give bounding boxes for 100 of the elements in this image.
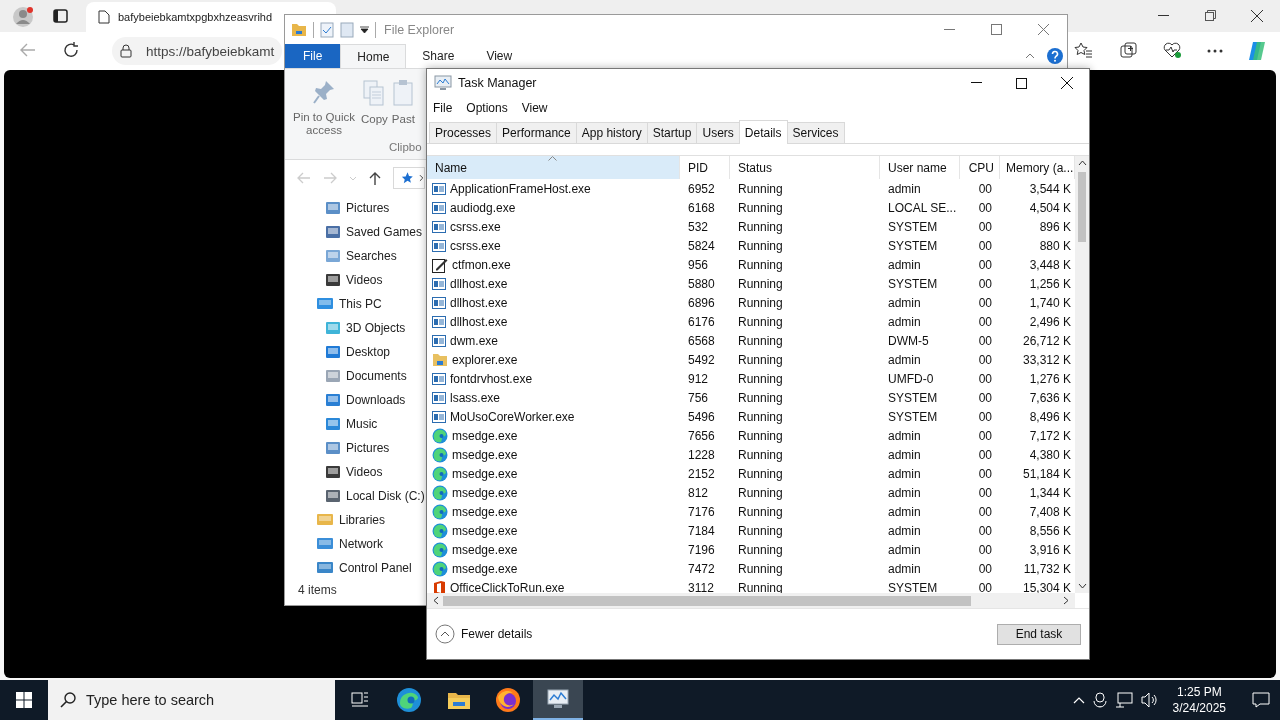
- tree-item[interactable]: Desktop: [325, 340, 391, 364]
- scroll-thumb[interactable]: [1078, 172, 1086, 242]
- vertical-scrollbar[interactable]: [1075, 156, 1089, 593]
- pid-cell-text: 912: [687, 370, 710, 388]
- tab[interactable]: Startup: [646, 122, 698, 143]
- user-cell-text: UMFD-0: [887, 370, 935, 388]
- ribbon-tab[interactable]: View: [470, 44, 529, 68]
- user-cell-text: admin: [887, 522, 922, 540]
- menu-item[interactable]: Options: [466, 101, 508, 115]
- cpu-cell-text: 00: [977, 446, 993, 464]
- pid-cell-text: 5492: [687, 351, 716, 369]
- tree-item[interactable]: Music: [325, 412, 378, 436]
- cpu-cell-text: 00: [977, 579, 993, 593]
- window-title: File Explorer: [384, 22, 455, 37]
- help-icon[interactable]: [1047, 48, 1063, 64]
- pid-cell-text: 6176: [687, 313, 716, 331]
- window-icon: [432, 372, 446, 385]
- column-header[interactable]: PID: [680, 156, 730, 179]
- scroll-left-icon[interactable]: [433, 596, 439, 605]
- windows-start-icon[interactable]: [16, 692, 32, 708]
- copy-button[interactable]: Copy: [361, 79, 388, 137]
- tab[interactable]: Processes: [429, 122, 498, 143]
- address-field[interactable]: [393, 167, 425, 189]
- tab[interactable]: App history: [575, 122, 648, 143]
- column-header[interactable]: CPU: [960, 156, 1000, 179]
- ribbon-tab[interactable]: Share: [406, 44, 471, 68]
- fewer-details-button[interactable]: Fewer details: [435, 624, 533, 644]
- more-icon[interactable]: [1207, 49, 1223, 53]
- file-menu-button[interactable]: File: [285, 44, 341, 68]
- tree-item[interactable]: Pictures: [325, 436, 390, 460]
- tree-item[interactable]: Videos: [325, 460, 383, 484]
- tab[interactable]: Performance: [496, 122, 577, 143]
- close-icon[interactable]: [1061, 77, 1073, 89]
- chevron-up-icon: [435, 624, 455, 644]
- close-icon[interactable]: [1251, 10, 1263, 22]
- collections-icon[interactable]: [1120, 42, 1137, 59]
- user-cell-text: admin: [887, 465, 922, 483]
- tree-item[interactable]: Documents: [325, 364, 407, 388]
- scroll-up-icon[interactable]: [1077, 160, 1087, 166]
- volume-icon[interactable]: [1140, 692, 1159, 708]
- scroll-thumb[interactable]: [443, 595, 971, 606]
- tree-item[interactable]: Saved Games: [325, 220, 423, 244]
- cpu-cell-text: 00: [977, 199, 993, 217]
- tree-item[interactable]: Local Disk (C:): [325, 484, 425, 508]
- chevron-right-icon: [419, 174, 424, 182]
- tab[interactable]: Details: [738, 120, 788, 144]
- menu-item[interactable]: View: [521, 101, 548, 115]
- clipboard-button[interactable]: Past: [391, 79, 415, 137]
- refresh-icon[interactable]: [63, 42, 79, 58]
- copilot-icon[interactable]: [1246, 40, 1268, 62]
- user-cell-text: admin: [887, 541, 922, 559]
- pid-cell-text: 6568: [687, 332, 716, 350]
- minimize-icon[interactable]: [971, 82, 982, 84]
- process-name-cell: dllhost.exe: [427, 293, 680, 312]
- tab-actions-icon[interactable]: [53, 9, 68, 23]
- end-task-button[interactable]: End task: [997, 623, 1081, 645]
- address-bar[interactable]: https://bafybeiebkamt: [112, 37, 282, 65]
- tab[interactable]: Users: [696, 122, 740, 143]
- tree-item[interactable]: Pictures: [325, 196, 390, 220]
- column-header[interactable]: Status: [730, 156, 880, 179]
- task-view-icon: [350, 692, 369, 708]
- properties-icon[interactable]: [320, 21, 334, 38]
- window-title: Task Manager: [458, 76, 537, 90]
- memory-cell-text: 880 K: [1038, 237, 1072, 255]
- minimize-icon[interactable]: [1158, 15, 1169, 17]
- ribbon-tab[interactable]: Home: [340, 44, 407, 68]
- heartbeat-icon[interactable]: [1163, 42, 1181, 58]
- pin-button[interactable]: Pin to Quick access: [291, 79, 357, 137]
- tree-item[interactable]: Searches: [325, 244, 397, 268]
- scroll-down-icon[interactable]: [1077, 583, 1087, 589]
- tree-item[interactable]: Network: [316, 532, 383, 556]
- window-icon: [432, 201, 446, 214]
- tree-item[interactable]: Control Panel: [316, 556, 412, 580]
- maximize-icon[interactable]: [1016, 77, 1027, 89]
- memory-cell-text: 7,172 K: [1028, 427, 1072, 445]
- tree-item[interactable]: Libraries: [316, 508, 386, 532]
- memory-cell-text: 3,544 K: [1028, 180, 1072, 198]
- tree-item[interactable]: Videos: [325, 268, 383, 292]
- tree-item[interactable]: 3D Objects: [325, 316, 406, 340]
- scroll-right-icon[interactable]: [1063, 596, 1069, 605]
- tree-item[interactable]: Downloads: [325, 388, 406, 412]
- favorites-icon[interactable]: [1074, 42, 1092, 58]
- tab[interactable]: Services: [786, 122, 845, 143]
- taskbar-task-manager-button[interactable]: [533, 680, 583, 720]
- notifications-icon[interactable]: [1252, 692, 1270, 708]
- column-header[interactable]: User name: [880, 156, 960, 179]
- pen-icon: [432, 256, 448, 273]
- menu-item[interactable]: File: [433, 101, 453, 115]
- window-icon: [432, 334, 446, 347]
- column-header[interactable]: Name: [427, 156, 680, 179]
- tree-item[interactable]: This PC: [316, 292, 382, 316]
- horizontal-scrollbar[interactable]: [427, 593, 1075, 608]
- restore-icon[interactable]: [1205, 10, 1216, 21]
- dropdown-icon[interactable]: [360, 25, 369, 34]
- firefox-icon: [495, 687, 522, 713]
- pid-cell-text: 5496: [687, 408, 716, 426]
- profile-icon[interactable]: [12, 6, 34, 28]
- window-icon: [432, 277, 446, 290]
- up-arrow-icon[interactable]: [369, 171, 381, 185]
- user-cell-text: admin: [887, 294, 922, 312]
